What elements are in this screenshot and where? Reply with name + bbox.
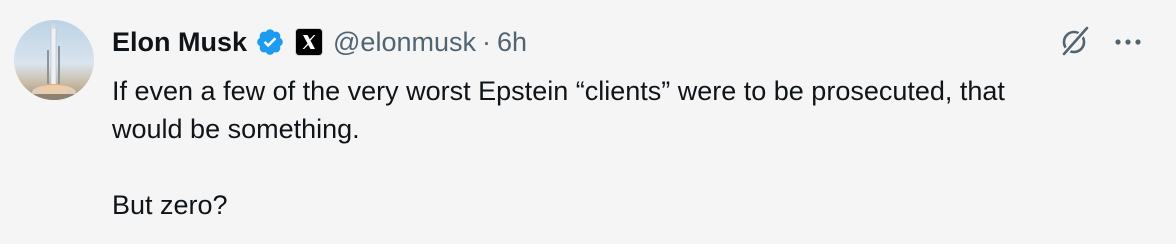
tweet-text-line: But zero? <box>112 190 228 220</box>
avatar[interactable] <box>14 20 94 100</box>
separator-dot: · <box>481 26 491 57</box>
tweet-header: Elon Musk @elonmusk · 6h <box>112 22 527 62</box>
tweet[interactable]: Elon Musk @elonmusk · 6h If even a few o… <box>0 0 1176 244</box>
rocket-launch-image <box>14 22 94 100</box>
tweet-text: If even a few of the very worst Epstein … <box>112 72 1162 224</box>
author-handle[interactable]: @elonmusk <box>333 27 476 58</box>
grok-icon[interactable] <box>1058 24 1092 58</box>
tweet-text-line: If even a few of the very worst Epstein … <box>112 76 1005 106</box>
timestamp[interactable]: 6h <box>497 27 527 58</box>
verified-badge-icon[interactable] <box>255 27 285 57</box>
tweet-text-line: would be something. <box>112 114 360 144</box>
author-name[interactable]: Elon Musk <box>112 27 247 58</box>
more-icon[interactable] <box>1112 30 1144 54</box>
x-logo-icon[interactable] <box>295 28 324 56</box>
